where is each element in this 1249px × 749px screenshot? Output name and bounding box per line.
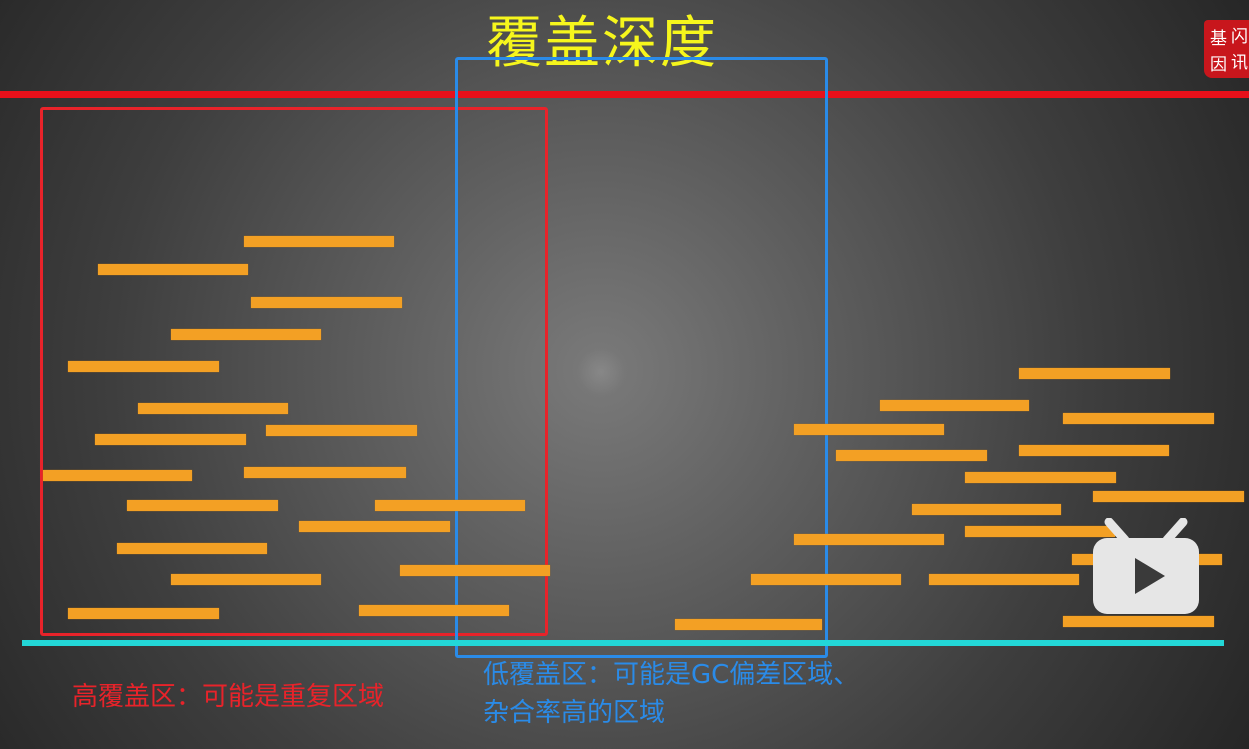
seal-char: 闪: [1231, 27, 1248, 47]
seal-char: 基: [1210, 29, 1227, 49]
high-coverage-label: 高覆盖区：可能是重复区域: [72, 682, 385, 712]
read: [68, 608, 219, 619]
read: [299, 521, 450, 532]
read: [1019, 368, 1170, 379]
read: [127, 500, 278, 511]
read: [1093, 491, 1244, 502]
low-coverage-label-line-2: 杂合率高的区域: [483, 698, 666, 728]
baseline-axis: [22, 640, 1224, 646]
read: [836, 450, 987, 461]
read: [912, 504, 1061, 515]
seal-stamp: 基 因 闪 讯: [1204, 20, 1249, 78]
read: [266, 425, 417, 436]
read: [251, 297, 402, 308]
read: [751, 574, 901, 585]
read: [675, 619, 822, 630]
read: [880, 400, 1029, 411]
read: [1019, 445, 1169, 456]
read: [359, 605, 509, 616]
read: [43, 470, 192, 481]
read: [138, 403, 288, 414]
seal-char: 因: [1210, 55, 1227, 75]
read: [171, 574, 321, 585]
read: [1063, 616, 1214, 627]
read: [375, 500, 525, 511]
seal-char: 讯: [1231, 53, 1248, 73]
read: [929, 574, 1079, 585]
read: [400, 565, 550, 576]
read: [98, 264, 248, 275]
low-coverage-label: 低覆盖区：可能是GC偏差区域、 杂合率高的区域: [483, 656, 859, 732]
read: [965, 472, 1116, 483]
tv-play-icon[interactable]: [1091, 518, 1201, 616]
read: [1063, 413, 1214, 424]
read: [794, 534, 944, 545]
read: [244, 236, 394, 247]
read: [117, 543, 267, 554]
read: [244, 467, 406, 478]
read: [68, 361, 219, 372]
low-coverage-label-line-1: 低覆盖区：可能是GC偏差区域、: [483, 660, 860, 690]
read: [95, 434, 246, 445]
read: [794, 424, 944, 435]
read: [171, 329, 321, 340]
